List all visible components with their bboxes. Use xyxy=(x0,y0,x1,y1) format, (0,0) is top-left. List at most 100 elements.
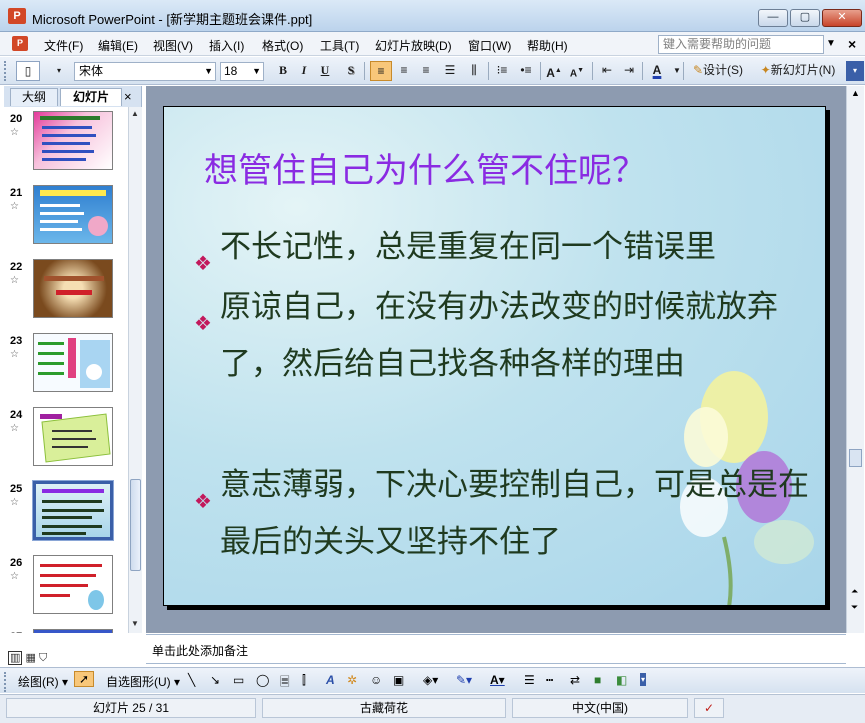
toolbar-grip[interactable] xyxy=(4,61,8,81)
slide-thumbnail-row[interactable]: 21 ☆ xyxy=(4,181,128,247)
slide-thumbnail[interactable] xyxy=(33,333,113,392)
menu-window[interactable]: 窗口(W) xyxy=(468,37,511,54)
scroll-down-icon[interactable]: ▼ xyxy=(131,619,139,628)
slide-thumbnail[interactable] xyxy=(33,259,113,318)
clipart-icon[interactable]: ☺ xyxy=(370,673,382,687)
font-color-icon[interactable]: A xyxy=(648,61,666,81)
align-left-icon[interactable]: ≡ xyxy=(370,61,392,81)
chevron-down-icon[interactable]: ▼ xyxy=(252,63,261,80)
menu-help[interactable]: 帮助(H) xyxy=(527,37,568,54)
slide-thumbnail[interactable] xyxy=(33,555,113,614)
select-pointer-icon[interactable]: ➚ xyxy=(74,671,95,687)
align-center-icon[interactable]: ≡ xyxy=(394,61,414,81)
menu-file[interactable]: 文件(F) xyxy=(44,37,83,54)
thumbnail-scrollbar[interactable]: ▲ ▼ xyxy=(128,107,142,633)
underline-button[interactable]: U xyxy=(316,61,334,81)
diagram-icon[interactable]: ✲ xyxy=(347,673,357,687)
slide-title[interactable]: 想管住自己为什么管不住呢？ xyxy=(204,143,646,192)
shadow-button[interactable]: S xyxy=(342,61,360,81)
menu-tools[interactable]: 工具(T) xyxy=(320,37,359,54)
increase-font-icon[interactable]: A▲ xyxy=(545,61,563,81)
scrollbar-thumb[interactable] xyxy=(849,449,862,467)
powerpoint-icon[interactable]: P xyxy=(8,8,26,24)
shadow-style-icon[interactable]: ■ xyxy=(594,673,601,687)
slide-thumbnail[interactable] xyxy=(33,185,113,244)
spelling-check-icon[interactable]: ✓ xyxy=(694,698,724,718)
textbox-icon[interactable]: 🗏 xyxy=(280,673,290,694)
bullet-list-icon[interactable]: •≡ xyxy=(516,61,536,81)
increase-indent-icon[interactable]: ⇥ xyxy=(620,61,638,81)
normal-view-icon[interactable]: ▥ xyxy=(8,651,23,665)
close-icon[interactable]: × xyxy=(124,89,132,104)
help-search-input[interactable]: 键入需要帮助的问题 xyxy=(658,35,824,54)
arrow-style-icon[interactable]: ⇄ xyxy=(570,673,580,687)
menu-format[interactable]: 格式(O) xyxy=(262,37,303,54)
slide-thumbnail-row[interactable]: 24 ☆ xyxy=(4,403,128,469)
new-slide-button[interactable]: ✦新幻灯片(N) xyxy=(754,61,842,81)
chevron-down-icon[interactable]: ▼ xyxy=(204,63,213,80)
document-icon[interactable]: P xyxy=(12,36,28,51)
chevron-down-icon[interactable]: ▼ xyxy=(826,38,836,49)
slide-thumbnail[interactable] xyxy=(33,629,113,633)
font-color-icon[interactable]: A▾ xyxy=(490,673,505,687)
italic-button[interactable]: I xyxy=(295,61,313,81)
menu-slideshow[interactable]: 幻灯片放映(D) xyxy=(375,37,452,54)
toolbar-options-icon[interactable]: ▾ xyxy=(640,673,647,686)
new-document-icon[interactable]: ▯ xyxy=(16,61,40,81)
wordart-icon[interactable]: A xyxy=(326,673,335,687)
arrow-icon[interactable]: ↘ xyxy=(210,673,220,687)
current-slide[interactable]: 想管住自己为什么管不住呢？ ❖ 不长记性，总是重复在同一个错误里 ❖ 原谅自己，… xyxy=(163,106,826,606)
picture-icon[interactable]: ▣ xyxy=(393,673,404,687)
scrollbar-thumb[interactable] xyxy=(130,479,141,571)
previous-slide-icon[interactable]: ⏶ xyxy=(851,586,858,597)
line-color-icon[interactable]: ✎▾ xyxy=(456,673,472,687)
slide-thumbnail-row[interactable]: 27 ☆ xyxy=(4,625,128,633)
tab-slides[interactable]: 幻灯片 xyxy=(60,88,122,106)
decrease-indent-icon[interactable]: ⇤ xyxy=(598,61,616,81)
menu-insert[interactable]: 插入(I) xyxy=(209,37,244,54)
3d-style-icon[interactable]: ◧ xyxy=(616,673,627,687)
vertical-textbox-icon[interactable]: ⫿ xyxy=(302,673,306,688)
slide-thumbnail-row[interactable]: 22 ☆ xyxy=(4,255,128,321)
bullet-item[interactable]: ❖ 意志薄弱，下决心要控制自己，可是总是在最后的关头又坚持不住了 xyxy=(194,457,814,571)
menu-edit[interactable]: 编辑(E) xyxy=(98,37,138,54)
slide-thumbnail-row[interactable]: 20 ☆ xyxy=(4,107,128,173)
scroll-up-icon[interactable]: ▲ xyxy=(851,88,860,98)
slide-thumbnail-current[interactable] xyxy=(32,480,114,541)
slideshow-view-icon[interactable]: ⛉ xyxy=(39,652,47,664)
menu-view[interactable]: 视图(V) xyxy=(153,37,193,54)
minimize-button[interactable]: — xyxy=(758,9,788,27)
dash-style-icon[interactable]: ┅ xyxy=(546,673,553,687)
autoshapes-button[interactable]: 自选图形(U) ▾ xyxy=(106,673,180,690)
slide-scrollbar[interactable]: ▲ ⏶ ⏷ xyxy=(846,86,864,633)
distribute-icon[interactable]: ⫼ xyxy=(464,61,484,81)
bullet-item[interactable]: ❖ 原谅自己，在没有办法改变的时候就放弃了，然后给自己找各种各样的理由 xyxy=(194,279,814,393)
align-right-icon[interactable]: ≡ xyxy=(416,61,436,81)
design-button[interactable]: ✎设计(S) xyxy=(688,61,748,81)
bullet-item[interactable]: ❖ 不长记性，总是重复在同一个错误里 xyxy=(194,219,814,276)
fill-color-icon[interactable]: ◈▾ xyxy=(423,673,438,687)
draw-menu-button[interactable]: 绘图(R) ▾ xyxy=(18,673,68,690)
slide-sorter-view-icon[interactable]: ▦ xyxy=(25,652,35,664)
language-status[interactable]: 中文(中国) xyxy=(512,698,688,718)
toolbar-grip[interactable] xyxy=(4,672,8,692)
line-style-icon[interactable]: ☰ xyxy=(524,673,535,687)
toolbar-options-icon[interactable]: ▾ xyxy=(846,61,864,81)
slide-thumbnail[interactable] xyxy=(33,111,113,170)
tab-outline[interactable]: 大纲 xyxy=(10,88,58,106)
next-slide-icon[interactable]: ⏷ xyxy=(851,602,858,613)
slide-thumbnail-row[interactable]: 23 ☆ xyxy=(4,329,128,395)
oval-icon[interactable]: ◯ xyxy=(256,673,269,687)
slide-thumbnail-row-selected[interactable]: 25 ☆ xyxy=(4,477,128,543)
decrease-font-icon[interactable]: A▼ xyxy=(568,61,586,81)
close-document-icon[interactable]: × xyxy=(848,36,856,52)
close-button[interactable]: ✕ xyxy=(822,9,862,27)
line-icon[interactable]: ╲ xyxy=(188,673,195,687)
notes-pane[interactable]: 单击此处添加备注 xyxy=(146,634,846,664)
numbered-list-icon[interactable]: ⁝≡ xyxy=(492,61,512,81)
bold-button[interactable]: B xyxy=(274,61,292,81)
font-name-select[interactable]: 宋体 ▼ xyxy=(74,62,216,81)
justify-icon[interactable]: ☰ xyxy=(440,61,460,81)
maximize-button[interactable]: ▢ xyxy=(790,9,820,27)
font-size-select[interactable]: 18 ▼ xyxy=(220,62,264,81)
